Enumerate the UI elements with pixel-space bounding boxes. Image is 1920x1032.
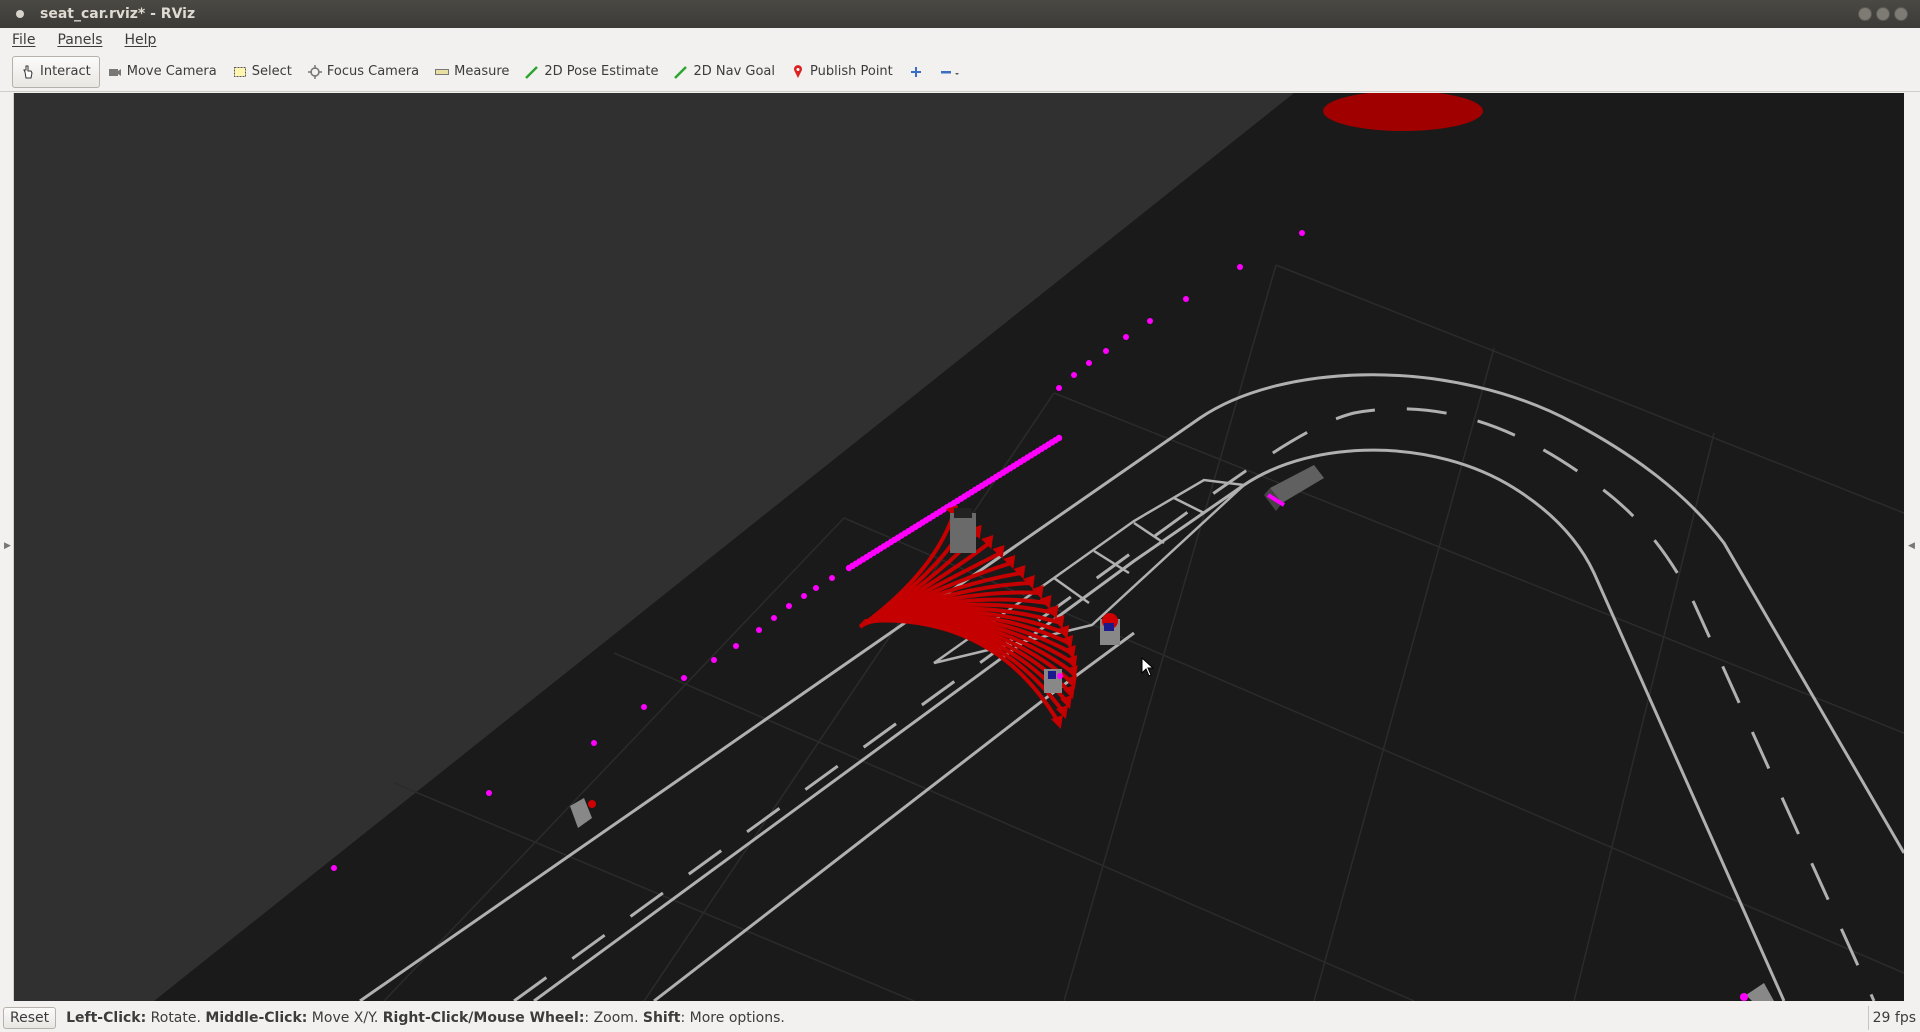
cloud-point xyxy=(681,675,687,681)
left-panel-handle[interactable]: ▶ xyxy=(0,93,14,1001)
expand-left-icon[interactable]: ▶ xyxy=(4,541,11,551)
remove-tool-button[interactable] xyxy=(931,56,961,88)
tool-select-label: Select xyxy=(251,64,292,79)
maximize-icon[interactable] xyxy=(1876,7,1890,21)
ego-vehicle xyxy=(950,508,976,553)
tool-interact-label: Interact xyxy=(40,64,91,79)
cloud-point xyxy=(1086,360,1092,366)
fps-counter: 29 fps xyxy=(1867,1006,1920,1030)
cloud-point xyxy=(641,704,647,710)
status-bar: Reset Left-Click: Rotate. Middle-Click: … xyxy=(0,1003,1920,1032)
hand-pointer-icon xyxy=(21,65,35,79)
window-menu-icon[interactable] xyxy=(16,10,24,18)
cloud-point xyxy=(1237,264,1243,270)
tool-select[interactable]: Select xyxy=(225,56,300,88)
cloud-point xyxy=(1147,318,1153,324)
hint-text-1: Rotate. xyxy=(146,1009,206,1026)
map-pin-red-icon xyxy=(791,64,805,79)
tool-move-camera-label: Move Camera xyxy=(126,64,217,79)
cloud-point xyxy=(1103,348,1109,354)
menu-panels[interactable]: Panels xyxy=(57,32,102,48)
expand-right-icon[interactable]: ◀ xyxy=(1908,541,1915,551)
title-bar: seat_car.rviz* - RViz xyxy=(0,0,1920,28)
hint-text-2: Move X/Y. xyxy=(307,1009,383,1026)
cloud-point xyxy=(1071,372,1077,378)
remove-tool-minus-icon xyxy=(939,65,959,79)
3d-render-viewport[interactable] xyxy=(14,93,1904,1001)
right-panel-handle[interactable]: ◀ xyxy=(1904,93,1920,1001)
nav-goal-arrow-green-icon xyxy=(674,65,688,79)
pose-arrow-green-icon xyxy=(525,65,539,79)
tool-publish-point-label: Publish Point xyxy=(810,64,893,79)
hint-text-4: : More options. xyxy=(680,1009,785,1026)
close-icon[interactable] xyxy=(1894,7,1908,21)
cloud-point xyxy=(331,865,337,871)
window-controls xyxy=(1858,7,1908,21)
traffic-sign-2 xyxy=(1044,669,1063,693)
focus-camera-icon xyxy=(307,64,322,79)
cloud-point xyxy=(591,740,597,746)
tool-bar: Interact Move Camera Select Focus Camera… xyxy=(0,52,1920,92)
cloud-point xyxy=(801,593,807,599)
tool-measure-label: Measure xyxy=(454,64,510,79)
cloud-point xyxy=(829,575,835,581)
mouse-hint: Left-Click: Rotate. Middle-Click: Move X… xyxy=(66,1010,785,1026)
tool-focus-camera-label: Focus Camera xyxy=(326,64,420,79)
cloud-point xyxy=(1055,434,1063,442)
hint-key-1: Left-Click: xyxy=(66,1009,147,1026)
tool-2d-pose-estimate-label: 2D Pose Estimate xyxy=(544,64,659,79)
cloud-point xyxy=(786,603,792,609)
cloud-point xyxy=(813,585,819,591)
hint-text-3: : Zoom. xyxy=(584,1009,643,1026)
hint-key-4: Shift xyxy=(642,1009,681,1026)
cloud-point xyxy=(1299,230,1305,236)
ground-plane xyxy=(154,93,1904,1001)
tool-focus-camera[interactable]: Focus Camera xyxy=(300,56,427,88)
cloud-point xyxy=(1123,334,1129,340)
add-tool-button[interactable] xyxy=(901,56,931,88)
window-title: seat_car.rviz* - RViz xyxy=(40,6,196,22)
tool-move-camera[interactable]: Move Camera xyxy=(100,56,225,88)
tool-2d-nav-goal-label: 2D Nav Goal xyxy=(693,64,776,79)
reset-button[interactable]: Reset xyxy=(3,1006,57,1029)
ruler-icon xyxy=(435,65,450,79)
cloud-point xyxy=(771,615,777,621)
scene-canvas[interactable] xyxy=(14,93,1904,1001)
move-camera-icon xyxy=(108,65,122,79)
cloud-point xyxy=(733,643,739,649)
menu-help[interactable]: Help xyxy=(125,32,157,48)
traffic-sign-1 xyxy=(1100,613,1120,645)
tool-publish-point[interactable]: Publish Point xyxy=(783,56,901,88)
cloud-point xyxy=(756,627,762,633)
add-tool-plus-icon xyxy=(909,65,923,79)
tool-measure[interactable]: Measure xyxy=(427,56,517,88)
tool-2d-pose-estimate[interactable]: 2D Pose Estimate xyxy=(517,56,666,88)
select-box-icon xyxy=(233,65,247,79)
tool-2d-nav-goal[interactable]: 2D Nav Goal xyxy=(666,56,783,88)
cloud-point xyxy=(711,657,717,663)
hint-key-2: Middle-Click: xyxy=(205,1009,308,1026)
cloud-point xyxy=(486,790,492,796)
cloud-point xyxy=(1183,296,1189,302)
menu-file[interactable]: File xyxy=(12,32,35,48)
tool-interact[interactable]: Interact xyxy=(12,55,100,88)
menu-bar: File Panels Help xyxy=(0,28,1920,52)
minimize-icon[interactable] xyxy=(1858,7,1872,21)
hint-key-3: Right-Click/Mouse Wheel: xyxy=(382,1009,585,1026)
cloud-point xyxy=(1056,385,1062,391)
